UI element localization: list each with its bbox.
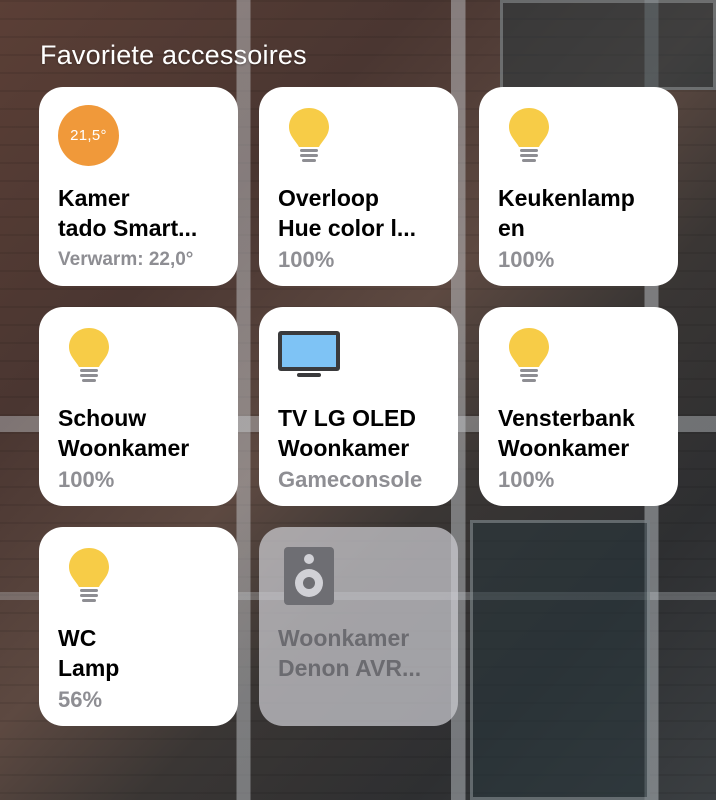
speaker-icon — [284, 547, 334, 605]
tile-status: Gameconsole — [278, 467, 423, 492]
tile-status: 100% — [58, 467, 115, 492]
tile-name: Vensterbank — [498, 405, 635, 431]
tile-vensterbank-light[interactable]: Vensterbank Woonkamer 100% — [479, 307, 678, 506]
tile-room: Denon AVR... — [278, 655, 422, 681]
tile-name: Schouw — [58, 405, 147, 431]
tile-name: Overloop — [278, 185, 379, 211]
tile-room: Woonkamer — [58, 435, 190, 461]
tile-name: Kamer — [58, 185, 130, 211]
tile-label: TV LG OLED Woonkamer — [278, 403, 444, 463]
tile-label: WC Lamp — [58, 623, 224, 683]
lightbulb-icon — [509, 328, 549, 382]
tile-status: Verwarm: 22,0° — [58, 249, 194, 270]
favorites-grid: 21,5° Kamer tado Smart... Verwarm: 22,0°… — [39, 87, 678, 726]
tile-name: TV LG OLED — [278, 405, 416, 431]
tile-denon-avr[interactable]: Woonkamer Denon AVR... — [259, 527, 458, 726]
thermostat-icon[interactable]: 21,5° — [58, 105, 119, 166]
lightbulb-icon — [69, 548, 109, 602]
tile-label: Schouw Woonkamer — [58, 403, 224, 463]
lightbulb-icon — [509, 108, 549, 162]
tile-status: 100% — [498, 247, 555, 272]
tile-status: 56% — [58, 687, 103, 712]
tile-label: Vensterbank Woonkamer — [498, 403, 664, 463]
tile-room: Hue color l... — [278, 215, 417, 241]
tile-room: Lamp — [58, 655, 120, 681]
tile-name: Woonkamer — [278, 625, 410, 651]
tile-status: 100% — [498, 467, 555, 492]
tile-status: 100% — [278, 247, 335, 272]
tile-name: WC — [58, 625, 97, 651]
tile-wc-lamp[interactable]: WC Lamp 56% — [39, 527, 238, 726]
tile-kamer-thermostat[interactable]: 21,5° Kamer tado Smart... Verwarm: 22,0° — [39, 87, 238, 286]
tile-label: Kamer tado Smart... — [58, 183, 224, 243]
tile-label: Keukenlamp en — [498, 183, 664, 243]
tv-icon — [278, 331, 340, 377]
tile-room: tado Smart... — [58, 215, 198, 241]
tile-overloop-light[interactable]: Overloop Hue color l... 100% — [259, 87, 458, 286]
tile-label: Woonkamer Denon AVR... — [278, 623, 444, 683]
tile-keukenlampen-light[interactable]: Keukenlamp en 100% — [479, 87, 678, 286]
background-window — [500, 0, 716, 90]
section-title: Favoriete accessoires — [40, 40, 307, 70]
tile-tv-lg-oled[interactable]: TV LG OLED Woonkamer Gameconsole — [259, 307, 458, 506]
tile-label: Overloop Hue color l... — [278, 183, 444, 243]
lightbulb-icon — [69, 328, 109, 382]
tile-schouw-light[interactable]: Schouw Woonkamer 100% — [39, 307, 238, 506]
tile-room: en — [498, 215, 525, 241]
tile-room: Woonkamer — [278, 435, 410, 461]
tile-name: Keukenlamp — [498, 185, 635, 211]
tile-room: Woonkamer — [498, 435, 630, 461]
lightbulb-icon — [289, 108, 329, 162]
